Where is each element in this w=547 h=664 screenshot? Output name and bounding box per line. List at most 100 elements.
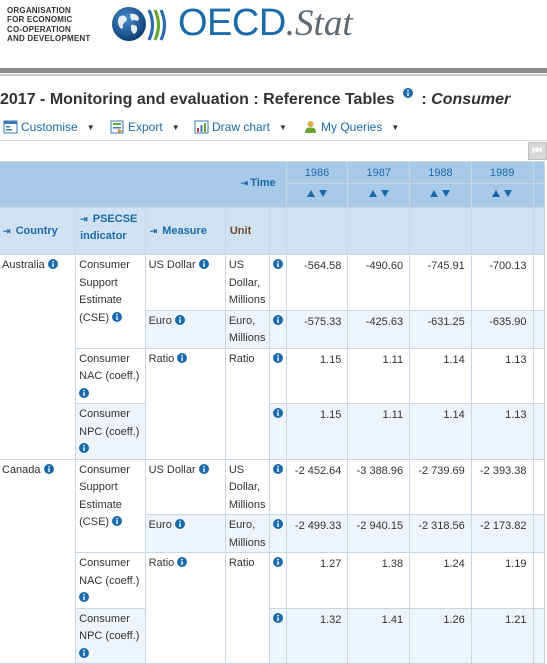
info-icon[interactable] xyxy=(272,259,283,269)
sort-control xyxy=(285,183,349,208)
value-cell-overflow xyxy=(532,607,545,664)
sort-ascending-icon[interactable] xyxy=(368,190,377,197)
sort-descending-icon[interactable] xyxy=(319,190,328,197)
year-header-overflow xyxy=(532,161,545,184)
year-header[interactable]: 1988 xyxy=(409,161,472,184)
info-icon[interactable] xyxy=(198,259,209,269)
toolbar: Customise ▼ Export ▼ Draw chart ▼ My Que… xyxy=(0,116,547,140)
info-icon[interactable] xyxy=(177,352,188,363)
country-name: Australia xyxy=(2,259,45,271)
value-cell: -575.33 xyxy=(285,309,349,349)
info-icon[interactable] xyxy=(174,314,185,325)
value-cell-overflow xyxy=(532,514,545,553)
info-icon[interactable] xyxy=(79,387,90,398)
measure-cell: US Dollar xyxy=(144,254,226,311)
chevron-down-icon: ▼ xyxy=(279,122,287,132)
info-icon[interactable] xyxy=(272,557,283,567)
value-cell: -564.58 xyxy=(285,254,349,311)
value-cell: 1.11 xyxy=(347,347,411,404)
sort-descending-icon[interactable] xyxy=(442,190,451,197)
info-icon[interactable] xyxy=(272,463,283,474)
value-cell: -631.25 xyxy=(409,309,472,349)
info-icon[interactable] xyxy=(272,352,283,363)
flag-cell xyxy=(268,552,287,609)
value-cell: 1.11 xyxy=(347,403,411,460)
value-cell-overflow xyxy=(532,403,545,460)
info-icon[interactable] xyxy=(79,443,90,453)
org-name: ORGANISATION FOR ECONOMIC CO-OPERATION A… xyxy=(7,6,107,43)
draw-chart-menu[interactable]: Draw chart ▼ xyxy=(194,120,287,134)
sort-ascending-icon[interactable] xyxy=(430,190,439,197)
value-cell: -745.91 xyxy=(409,254,472,311)
customise-menu[interactable]: Customise ▼ xyxy=(3,120,95,134)
sort-descending-icon[interactable] xyxy=(380,190,389,197)
table-row: Consumer NAC (coeff.) Ratio Ratio 1.27 1.38… xyxy=(0,552,545,664)
value-cell: 1.15 xyxy=(285,347,349,404)
collapse-panel-icon[interactable]: ⏮ xyxy=(528,142,547,160)
time-header: ⇥ Time xyxy=(0,161,287,208)
chevron-down-icon: ▼ xyxy=(171,122,180,132)
sort-ascending-icon[interactable] xyxy=(492,190,501,197)
year-header[interactable]: 1986 xyxy=(285,161,349,184)
info-icon[interactable] xyxy=(112,311,123,322)
value-cell: 1.19 xyxy=(470,552,534,609)
info-icon[interactable] xyxy=(198,463,209,474)
pin-icon[interactable]: ⇥ xyxy=(3,226,11,236)
value-cell: -700.13 xyxy=(470,254,534,311)
indicator-header-label: PSECSE indicator xyxy=(80,213,138,242)
info-icon[interactable] xyxy=(112,516,123,526)
pin-icon[interactable]: ⇥ xyxy=(241,178,249,188)
info-icon[interactable] xyxy=(43,463,54,474)
info-icon[interactable] xyxy=(174,519,185,529)
flag-cell xyxy=(268,309,287,349)
unit-header-label: Unit xyxy=(229,224,252,237)
my-queries-menu[interactable]: My Queries ▼ xyxy=(303,120,399,134)
chart-icon xyxy=(194,120,209,134)
table-row: Consumer NAC (coeff.) Ratio Ratio 1.15 1.11… xyxy=(0,347,545,460)
year-spacer xyxy=(470,207,534,255)
page-title: 2017 - Monitoring and evaluation : Refer… xyxy=(0,88,547,112)
brand-wordmark: OECD.Stat xyxy=(178,2,353,45)
value-cell-overflow xyxy=(532,552,545,609)
table-row: Consumer NPC (coeff.) 1.32 1.41 1.26 1.21 xyxy=(0,607,545,664)
info-icon[interactable] xyxy=(272,612,283,623)
sort-ascending-icon[interactable] xyxy=(307,190,316,197)
table-row: Australia Consumer Support Estimate (CSE… xyxy=(0,254,545,460)
pin-icon[interactable]: ⇥ xyxy=(80,214,88,224)
export-menu[interactable]: Export ▼ xyxy=(110,120,180,134)
sort-control xyxy=(409,183,472,208)
unit-name: Euro, Millions xyxy=(228,519,266,549)
measure-column-header[interactable]: ⇥ Measure xyxy=(144,207,226,255)
info-icon[interactable] xyxy=(272,519,283,529)
value-cell: -3 388.96 xyxy=(347,458,411,515)
export-label: Export xyxy=(128,120,163,134)
value-cell: -2 393.38 xyxy=(470,458,534,515)
info-icon[interactable] xyxy=(177,557,188,567)
pin-icon[interactable]: ⇥ xyxy=(150,226,158,236)
indicator-name: Consumer NAC (coeff.) xyxy=(79,557,140,587)
info-icon[interactable] xyxy=(272,408,283,418)
value-cell: -490.60 xyxy=(347,254,411,311)
indicator-cell: Consumer Support Estimate (CSE) xyxy=(75,458,146,553)
org-line-4: AND DEVELOPMENT xyxy=(7,33,91,43)
measure-name: Ratio xyxy=(148,557,175,569)
info-icon[interactable] xyxy=(47,259,58,269)
time-label: Time xyxy=(250,177,276,189)
value-cell: 1.13 xyxy=(470,347,534,404)
info-icon[interactable] xyxy=(402,88,413,98)
indicator-cell: Consumer NAC (coeff.) xyxy=(75,552,146,609)
flag-cell xyxy=(268,607,287,664)
sort-descending-icon[interactable] xyxy=(504,190,513,197)
country-column-header[interactable]: ⇥ Country xyxy=(0,207,77,255)
info-icon[interactable] xyxy=(79,647,90,658)
year-header[interactable]: 1987 xyxy=(347,161,411,184)
info-icon[interactable] xyxy=(272,314,283,325)
info-icon[interactable] xyxy=(79,592,90,602)
value-cell: -2 318.56 xyxy=(409,514,472,553)
indicator-column-header[interactable]: ⇥ PSECSE indicator xyxy=(75,207,146,255)
org-line-1: ORGANISATION xyxy=(7,6,72,15)
measure-name: Ratio xyxy=(148,352,175,365)
country-header-label: Country xyxy=(15,224,58,237)
year-header[interactable]: 1989 xyxy=(470,161,534,184)
unit-cell: US Dollar, Millions xyxy=(224,458,270,515)
